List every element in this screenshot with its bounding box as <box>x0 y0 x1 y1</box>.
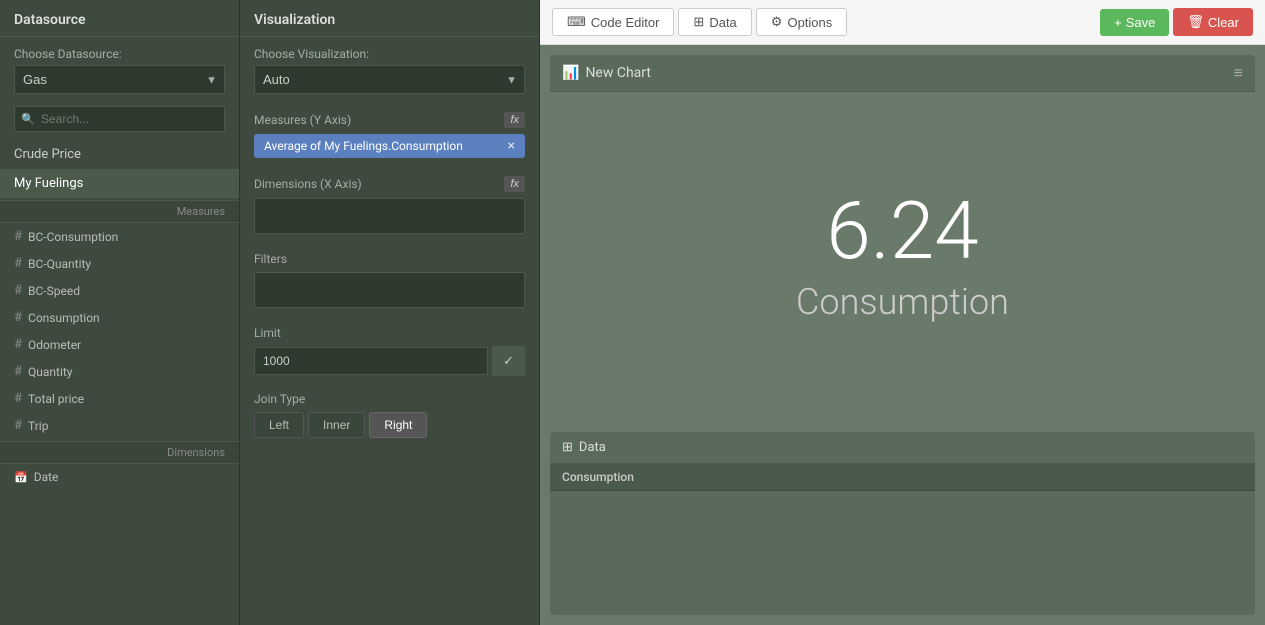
field-bc-consumption[interactable]: # BC-Consumption <box>0 223 239 250</box>
options-icon: ⚙ <box>771 14 783 30</box>
visualization-title: Visualization <box>240 0 539 37</box>
filters-label: Filters <box>254 252 525 266</box>
measures-y-section: Measures (Y Axis) fx Average of My Fueli… <box>240 102 539 166</box>
field-consumption[interactable]: # Consumption <box>0 304 239 331</box>
choose-datasource-label: Choose Datasource: <box>14 47 225 61</box>
limit-input[interactable] <box>254 347 488 375</box>
hash-icon: # <box>14 364 22 379</box>
join-type-section: Join Type Left Inner Right <box>240 384 539 448</box>
viz-select-wrapper: Auto ▼ <box>254 65 525 94</box>
search-icon: 🔍 <box>21 113 35 126</box>
field-trip[interactable]: # Trip <box>0 412 239 439</box>
field-bc-quantity[interactable]: # BC-Quantity <box>0 250 239 277</box>
measures-section-header: Measures <box>0 200 239 223</box>
datasource-select-wrapper: Gas ▼ <box>14 65 225 94</box>
chart-card: 📊 New Chart ≡ 6.24 Consumption <box>550 55 1255 422</box>
hash-icon: # <box>14 229 22 244</box>
save-button[interactable]: + Save <box>1100 9 1169 36</box>
chart-header: 📊 New Chart ≡ <box>550 55 1255 92</box>
join-buttons-group: Left Inner Right <box>254 412 525 438</box>
chart-area: 📊 New Chart ≡ 6.24 Consumption ⊞ Data Co… <box>540 45 1265 625</box>
tab-code-editor[interactable]: ⌨ Code Editor <box>552 8 674 36</box>
chart-big-number: 6.24 <box>826 191 978 271</box>
search-box: 🔍 <box>14 106 225 132</box>
measure-close-icon[interactable]: × <box>508 139 515 153</box>
limit-label: Limit <box>254 326 525 340</box>
limit-row: ✓ <box>254 346 525 376</box>
join-type-label: Join Type <box>254 392 525 406</box>
code-editor-icon: ⌨ <box>567 14 586 30</box>
datasource-form-group: Choose Datasource: Gas ▼ <box>0 37 239 102</box>
field-quantity[interactable]: # Quantity <box>0 358 239 385</box>
top-toolbar: ⌨ Code Editor ⊞ Data ⚙ Options + Save 🗑 … <box>540 0 1265 45</box>
field-date[interactable]: 📅 Date <box>0 464 239 490</box>
dimensions-x-section: Dimensions (X Axis) fx <box>240 166 539 242</box>
join-right-button[interactable]: Right <box>369 412 427 438</box>
measures-fx-button[interactable]: fx <box>504 112 525 128</box>
left-panel: Datasource Choose Datasource: Gas ▼ 🔍 Cr… <box>0 0 240 625</box>
measure-tag: Average of My Fuelings.Consumption × <box>254 134 525 158</box>
data-card-header: ⊞ Data <box>550 432 1255 464</box>
datasource-title: Datasource <box>0 0 239 37</box>
hash-icon: # <box>14 310 22 325</box>
clear-trash-icon: 🗑 <box>1187 14 1204 30</box>
field-total-price[interactable]: # Total price <box>0 385 239 412</box>
join-inner-button[interactable]: Inner <box>308 412 365 438</box>
datasource-select[interactable]: Gas <box>14 65 225 94</box>
data-table: Consumption <box>550 464 1255 491</box>
datasource-item-myfuelings[interactable]: My Fuelings <box>0 169 239 198</box>
tab-options[interactable]: ⚙ Options <box>756 8 847 36</box>
measures-y-label: Measures (Y Axis) fx <box>254 112 525 128</box>
tab-data[interactable]: ⊞ Data <box>678 8 751 36</box>
choose-viz-label: Choose Visualization: <box>254 47 525 61</box>
join-left-button[interactable]: Left <box>254 412 304 438</box>
data-icon: ⊞ <box>693 14 704 30</box>
dimensions-x-label: Dimensions (X Axis) fx <box>254 176 525 192</box>
choose-viz-section: Choose Visualization: Auto ▼ <box>240 37 539 102</box>
limit-section: Limit ✓ <box>240 316 539 384</box>
filters-drop-area[interactable] <box>254 272 525 308</box>
calendar-icon: 📅 <box>14 471 28 484</box>
hash-icon: # <box>14 256 22 271</box>
search-input[interactable] <box>14 106 225 132</box>
clear-button[interactable]: 🗑 Clear <box>1173 8 1253 36</box>
dimensions-section-header: Dimensions <box>0 441 239 464</box>
data-card: ⊞ Data Consumption <box>550 432 1255 615</box>
dimensions-drop-area[interactable] <box>254 198 525 234</box>
chart-body: 6.24 Consumption <box>550 92 1255 422</box>
hash-icon: # <box>14 283 22 298</box>
data-table-icon: ⊞ <box>562 440 573 455</box>
data-table-column-consumption: Consumption <box>550 464 1255 491</box>
viz-select[interactable]: Auto <box>254 65 525 94</box>
right-panel: ⌨ Code Editor ⊞ Data ⚙ Options + Save 🗑 … <box>540 0 1265 625</box>
hash-icon: # <box>14 418 22 433</box>
hash-icon: # <box>14 337 22 352</box>
field-odometer[interactable]: # Odometer <box>0 331 239 358</box>
save-plus-icon: + <box>1114 15 1122 30</box>
chart-menu-icon[interactable]: ≡ <box>1234 63 1243 83</box>
datasource-item-crude[interactable]: Crude Price <box>0 140 239 169</box>
dimensions-fx-button[interactable]: fx <box>504 176 525 192</box>
bar-chart-icon: 📊 <box>562 65 579 81</box>
chart-title: 📊 New Chart <box>562 65 651 81</box>
filters-section: Filters <box>240 242 539 316</box>
middle-panel: Visualization Choose Visualization: Auto… <box>240 0 540 625</box>
limit-confirm-button[interactable]: ✓ <box>492 346 525 376</box>
field-bc-speed[interactable]: # BC-Speed <box>0 277 239 304</box>
chart-big-label: Consumption <box>796 281 1009 323</box>
hash-icon: # <box>14 391 22 406</box>
